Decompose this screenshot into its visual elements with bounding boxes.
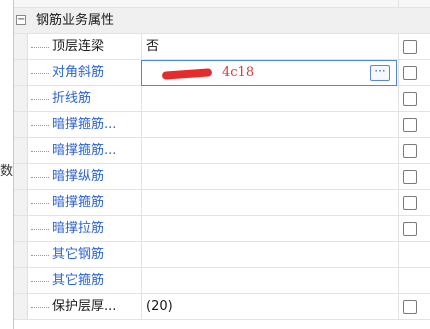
property-row-brace-longitudinal-rebar[interactable]: 暗撑纵筋 bbox=[14, 164, 430, 190]
row-checkbox[interactable] bbox=[403, 222, 417, 236]
property-value-cell[interactable] bbox=[141, 112, 397, 138]
group-header-rebar-properties[interactable]: − 钢筋业务属性 bbox=[14, 8, 430, 34]
tree-connector-line bbox=[31, 229, 49, 230]
property-row-brace-tie-rebar[interactable]: 暗撑拉筋 bbox=[14, 216, 430, 242]
row-gutter bbox=[14, 164, 28, 189]
row-gutter bbox=[14, 190, 28, 215]
group-title: 钢筋业务属性 bbox=[36, 13, 115, 28]
row-gutter bbox=[14, 34, 28, 59]
row-checkbox[interactable] bbox=[403, 66, 417, 80]
property-row-other-rebar[interactable]: 其它钢筋 bbox=[14, 242, 430, 268]
row-gutter bbox=[14, 138, 28, 163]
property-name: 对角斜筋 bbox=[52, 65, 105, 80]
row-checkbox[interactable] bbox=[403, 196, 417, 210]
row-gutter bbox=[14, 60, 28, 85]
row-checkbox[interactable] bbox=[403, 170, 417, 184]
property-name: 折线筋 bbox=[52, 91, 92, 106]
property-name: 其它钢筋 bbox=[52, 247, 105, 262]
tree-connector-line bbox=[31, 177, 49, 178]
property-name: 顶层连梁 bbox=[52, 39, 105, 54]
tree-connector-line bbox=[31, 307, 49, 308]
property-value: (20) bbox=[146, 299, 173, 314]
checkbox-cell bbox=[398, 34, 430, 60]
property-name: 暗撑拉筋 bbox=[52, 221, 105, 236]
tree-connector-line bbox=[31, 73, 49, 74]
tree-connector-line bbox=[31, 47, 49, 48]
tree-connector-line bbox=[31, 125, 49, 126]
property-value-cell[interactable]: 否 bbox=[141, 34, 397, 60]
property-grid: − 钢筋业务属性 顶层连梁 否对角斜筋 4c18 ··· 折线筋暗撑箍筋... 暗撑箍筋.… bbox=[14, 0, 430, 329]
tree-connector-line bbox=[31, 281, 49, 282]
checkbox-cell bbox=[398, 242, 430, 268]
property-value: 否 bbox=[146, 39, 160, 54]
row-gutter bbox=[14, 86, 28, 111]
collapse-toggle-icon[interactable]: − bbox=[16, 15, 26, 25]
property-name: 其它箍筋 bbox=[52, 273, 105, 288]
row-checkbox[interactable] bbox=[403, 92, 417, 106]
checkbox-cell bbox=[398, 86, 430, 112]
property-row-brace-stirrup-1[interactable]: 暗撑箍筋... bbox=[14, 112, 430, 138]
property-row-top-floor-beam[interactable]: 顶层连梁 否 bbox=[14, 34, 430, 60]
row-gutter bbox=[14, 294, 28, 319]
left-panel-fragment-text: 数 bbox=[0, 164, 14, 179]
property-value-edit[interactable]: 4c18 bbox=[222, 61, 254, 85]
property-row-diagonal-rebar[interactable]: 对角斜筋 4c18 ··· bbox=[14, 60, 430, 86]
tree-connector-line bbox=[31, 99, 49, 100]
checkbox-cell bbox=[398, 294, 430, 320]
property-value-cell[interactable] bbox=[141, 138, 397, 164]
checkbox-cell bbox=[398, 112, 430, 138]
property-row-brace-stirrup-2[interactable]: 暗撑箍筋... bbox=[14, 138, 430, 164]
property-value-cell[interactable] bbox=[141, 216, 397, 242]
property-name: 暗撑箍筋... bbox=[52, 117, 117, 132]
row-gutter bbox=[14, 112, 28, 137]
tree-connector-line bbox=[31, 255, 49, 256]
row-gutter bbox=[14, 268, 28, 293]
tree-connector-line bbox=[31, 203, 49, 204]
checkbox-cell bbox=[398, 190, 430, 216]
property-row-other-stirrup[interactable]: 其它箍筋 bbox=[14, 268, 430, 294]
ellipsis-button[interactable]: ··· bbox=[370, 65, 390, 81]
row-checkbox[interactable] bbox=[403, 118, 417, 132]
property-row-cover-thickness[interactable]: 保护层厚... (20) bbox=[14, 294, 430, 320]
row-checkbox[interactable] bbox=[403, 300, 417, 314]
checkbox-cell bbox=[398, 60, 430, 86]
checkbox-cell bbox=[398, 164, 430, 190]
row-gutter bbox=[14, 216, 28, 241]
checkbox-cell bbox=[398, 268, 430, 294]
checkbox-cell bbox=[398, 216, 430, 242]
property-name: 保护层厚... bbox=[52, 299, 117, 314]
property-value-cell[interactable] bbox=[141, 242, 397, 268]
property-name: 暗撑纵筋 bbox=[52, 169, 105, 184]
property-name: 暗撑箍筋... bbox=[52, 143, 117, 158]
row-gutter bbox=[14, 242, 28, 267]
property-row-brace-stirrup[interactable]: 暗撑箍筋 bbox=[14, 190, 430, 216]
property-value-cell[interactable] bbox=[141, 164, 397, 190]
property-value-cell[interactable]: (20) bbox=[141, 294, 397, 320]
property-row-bent-rebar[interactable]: 折线筋 bbox=[14, 86, 430, 112]
tree-connector-line bbox=[31, 151, 49, 152]
redaction-mark bbox=[161, 68, 213, 80]
property-value-cell[interactable] bbox=[141, 86, 397, 112]
property-value-cell[interactable] bbox=[141, 190, 397, 216]
checkbox-cell bbox=[398, 138, 430, 164]
previous-row-fragment bbox=[14, 0, 430, 8]
row-checkbox[interactable] bbox=[403, 144, 417, 158]
property-value-cell[interactable]: 4c18 ··· bbox=[141, 60, 397, 86]
property-value-cell[interactable] bbox=[141, 268, 397, 294]
row-checkbox[interactable] bbox=[403, 40, 417, 54]
property-name: 暗撑箍筋 bbox=[52, 195, 105, 210]
